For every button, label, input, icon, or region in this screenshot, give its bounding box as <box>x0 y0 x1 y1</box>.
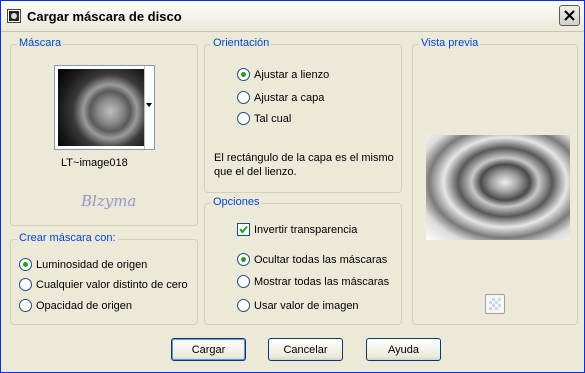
mask-group-legend: Máscara <box>17 37 64 49</box>
radio-button[interactable] <box>19 278 32 291</box>
mask-name: LT~image018 <box>61 157 128 169</box>
watermark-signature: Blzyma <box>81 192 137 210</box>
radio-label: Ajustar a lienzo <box>254 68 330 81</box>
orientation-description: El rectángulo de la capa es el mismo que… <box>214 152 394 178</box>
radio-label: Opacidad de origen <box>36 299 133 312</box>
radio-label: Ajustar a capa <box>254 91 325 104</box>
checkbox[interactable] <box>237 223 250 236</box>
orientation-legend: Orientación <box>211 37 272 49</box>
check-icon <box>239 225 248 234</box>
window-title: Cargar máscara de disco <box>27 9 182 24</box>
checkerboard-icon[interactable] <box>485 294 505 314</box>
radio-label: Usar valor de imagen <box>254 299 359 312</box>
radio-button[interactable] <box>237 91 250 104</box>
radio-button[interactable] <box>19 258 32 271</box>
options-legend: Opciones <box>211 196 262 208</box>
close-icon <box>564 10 575 21</box>
radio-as-is[interactable]: Tal cual <box>237 112 291 125</box>
dialog-window: Cargar máscara de disco Máscara LT~image… <box>0 0 585 373</box>
preview-legend: Vista previa <box>419 37 481 49</box>
preview-image <box>426 135 570 240</box>
chevron-down-icon <box>146 103 152 107</box>
radio-button[interactable] <box>237 112 250 125</box>
mask-dropdown-button[interactable] <box>144 66 154 149</box>
radio-label: Mostrar todas las máscaras <box>254 275 390 288</box>
radio-label: Luminosidad de origen <box>36 258 148 271</box>
load-button[interactable]: Cargar <box>171 338 246 361</box>
radio-show-all-masks[interactable]: Mostrar todas las máscaras <box>237 275 389 288</box>
radio-label: Tal cual <box>254 112 292 125</box>
mask-selector[interactable] <box>54 65 155 150</box>
help-button[interactable]: Ayuda <box>366 338 441 361</box>
cancel-button[interactable]: Cancelar <box>268 338 343 361</box>
radio-button[interactable] <box>237 275 250 288</box>
radio-nonzero[interactable]: Cualquier valor distinto de cero <box>19 278 188 291</box>
mask-document-icon <box>7 9 21 23</box>
mask-thumbnail <box>58 69 145 146</box>
radio-button[interactable] <box>237 68 250 81</box>
radio-use-image-value[interactable]: Usar valor de imagen <box>237 299 359 312</box>
radio-luminosity[interactable]: Luminosidad de origen <box>19 258 147 271</box>
checkbox-label: Invertir transparencia <box>254 223 358 236</box>
create-mask-legend: Crear máscara con: <box>17 232 118 244</box>
close-button[interactable] <box>559 5 580 26</box>
invert-transparency-checkbox[interactable]: Invertir transparencia <box>237 223 357 236</box>
radio-label: Cualquier valor distinto de cero <box>36 278 188 291</box>
radio-button[interactable] <box>19 299 32 312</box>
radio-fit-canvas[interactable]: Ajustar a lienzo <box>237 68 329 81</box>
title-bar: Cargar máscara de disco <box>1 1 584 32</box>
radio-button[interactable] <box>237 299 250 312</box>
radio-fit-layer[interactable]: Ajustar a capa <box>237 91 324 104</box>
radio-hide-all-masks[interactable]: Ocultar todas las máscaras <box>237 253 387 266</box>
radio-opacity[interactable]: Opacidad de origen <box>19 299 132 312</box>
radio-button[interactable] <box>237 253 250 266</box>
radio-label: Ocultar todas las máscaras <box>254 253 388 266</box>
